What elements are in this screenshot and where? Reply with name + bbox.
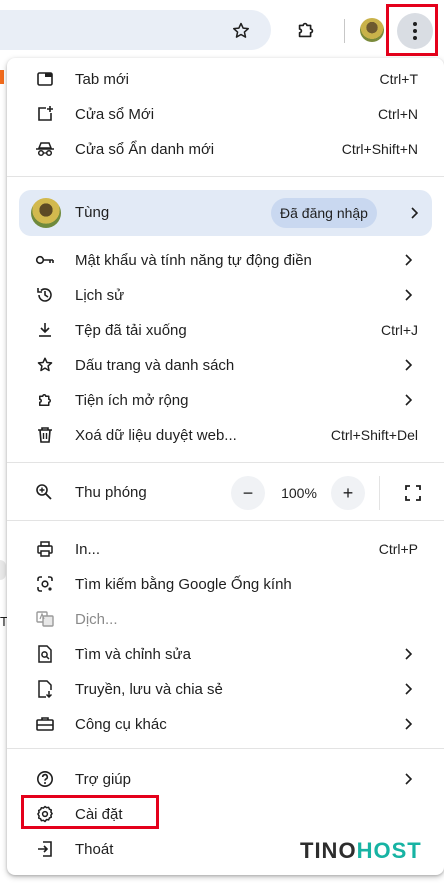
- highlight-box-menu: [386, 4, 438, 56]
- fullscreen-button[interactable]: [396, 476, 430, 510]
- shortcut-label: Ctrl+T: [379, 71, 419, 87]
- new-tab-icon: [35, 69, 55, 89]
- profile-name: Tùng: [75, 204, 110, 221]
- menu-item-help[interactable]: Trợ giúp: [7, 762, 444, 796]
- toolbar-separator: [344, 19, 345, 43]
- menu-item-label: Truyền, lưu và chia sẻ: [75, 680, 223, 698]
- menu-item-new-tab[interactable]: Tab mới Ctrl+T: [7, 62, 444, 96]
- background-tab-edge: [0, 70, 4, 84]
- logo-text-host: HOST: [356, 838, 422, 863]
- logo-text-tino: TINO: [300, 838, 357, 863]
- new-window-icon: [35, 104, 55, 124]
- chevron-right-icon: [400, 392, 416, 408]
- star-icon: [35, 355, 55, 375]
- zoom-in-button[interactable]: +: [331, 476, 365, 510]
- zoom-value: 100%: [281, 485, 317, 501]
- shortcut-label: Ctrl+Shift+N: [341, 141, 418, 157]
- menu-item-print[interactable]: In... Ctrl+P: [7, 532, 444, 566]
- exit-icon: [35, 839, 55, 859]
- chevron-right-icon: [400, 681, 416, 697]
- menu-item-label: Tìm và chỉnh sửa: [75, 645, 191, 663]
- background-shape: [0, 560, 6, 580]
- divider: [7, 176, 444, 177]
- menu-item-label: Tab mới: [75, 70, 130, 88]
- divider: [7, 462, 444, 463]
- menu-item-label: Tìm kiếm bằng Google Ống kính: [75, 575, 292, 593]
- profile-row[interactable]: Tùng Đã đăng nhập: [19, 190, 432, 236]
- minus-icon: −: [242, 482, 254, 503]
- menu-item-label: Dịch...: [75, 610, 118, 628]
- menu-item-label: Trợ giúp: [75, 770, 131, 788]
- chevron-right-icon: [400, 357, 416, 373]
- puzzle-icon: [35, 390, 55, 410]
- plus-icon: +: [342, 482, 354, 503]
- star-icon[interactable]: [228, 18, 254, 44]
- menu-item-label: Xoá dữ liệu duyệt web...: [75, 426, 237, 444]
- chevron-right-icon: [400, 716, 416, 732]
- save-page-icon: [35, 679, 55, 699]
- shortcut-label: Ctrl+Shift+Del: [330, 427, 418, 443]
- chevron-right-icon: [400, 771, 416, 787]
- menu-item-passwords[interactable]: Mật khẩu và tính năng tự động điền: [7, 243, 444, 277]
- menu-item-label: Tệp đã tải xuống: [75, 321, 187, 339]
- shortcut-label: Ctrl+N: [377, 106, 418, 122]
- menu-item-google-lens[interactable]: Tìm kiếm bằng Google Ống kính: [7, 567, 444, 601]
- translate-icon: [35, 609, 55, 629]
- toolbox-icon: [35, 714, 55, 734]
- chevron-right-icon: [400, 287, 416, 303]
- trash-icon: [35, 425, 55, 445]
- puzzle-icon[interactable]: [292, 16, 320, 44]
- menu-item-label: Cửa sổ Ẩn danh mới: [75, 140, 215, 158]
- browser-toolbar: [0, 0, 444, 62]
- key-icon: [35, 250, 55, 270]
- menu-item-cast-save-share[interactable]: Truyền, lưu và chia sẻ: [7, 672, 444, 706]
- chevron-right-icon: [400, 252, 416, 268]
- chevron-right-icon: [406, 205, 422, 221]
- menu-item-incognito[interactable]: Cửa sổ Ẩn danh mới Ctrl+Shift+N: [7, 132, 444, 166]
- printer-icon: [35, 539, 55, 559]
- shortcut-label: Ctrl+P: [378, 541, 418, 557]
- find-page-icon: [35, 644, 55, 664]
- menu-item-extensions[interactable]: Tiện ích mở rộng: [7, 383, 444, 417]
- help-icon: [35, 769, 55, 789]
- lens-icon: [35, 574, 55, 594]
- divider: [7, 748, 444, 749]
- chevron-right-icon: [400, 646, 416, 662]
- menu-item-label: Dấu trang và danh sách: [75, 356, 235, 374]
- menu-item-label: Tiện ích mở rộng: [75, 391, 189, 409]
- chrome-menu: Tab mới Ctrl+T Cửa sổ Mới Ctrl+N Cửa sổ …: [7, 58, 444, 875]
- shortcut-label: Ctrl+J: [381, 322, 418, 338]
- incognito-icon: [35, 139, 55, 159]
- fullscreen-icon: [405, 485, 421, 501]
- menu-item-new-window[interactable]: Cửa sổ Mới Ctrl+N: [7, 97, 444, 131]
- zoom-out-button[interactable]: −: [231, 476, 265, 510]
- menu-item-label: In...: [75, 540, 101, 558]
- menu-item-more-tools[interactable]: Công cụ khác: [7, 707, 444, 741]
- menu-item-history[interactable]: Lịch sử: [7, 278, 444, 312]
- avatar: [31, 198, 61, 228]
- tinohost-logo: TINOHOST: [300, 838, 422, 864]
- zoom-label: Thu phóng: [75, 484, 147, 501]
- menu-item-clear-data[interactable]: Xoá dữ liệu duyệt web... Ctrl+Shift+Del: [7, 418, 444, 452]
- zoom-row: Thu phóng − 100% +: [7, 473, 444, 513]
- highlight-box-settings: [21, 795, 159, 829]
- menu-item-bookmarks[interactable]: Dấu trang và danh sách: [7, 348, 444, 382]
- menu-item-label: Công cụ khác: [75, 715, 167, 733]
- menu-item-label: Lịch sử: [75, 286, 125, 304]
- menu-item-label: Thoát: [75, 840, 114, 858]
- signed-in-badge: Đã đăng nhập: [271, 198, 377, 228]
- history-icon: [35, 285, 55, 305]
- menu-item-downloads[interactable]: Tệp đã tải xuống Ctrl+J: [7, 313, 444, 347]
- download-icon: [35, 320, 55, 340]
- menu-item-label: Mật khẩu và tính năng tự động điền: [75, 251, 312, 269]
- zoom-icon: [35, 483, 55, 503]
- divider: [7, 520, 444, 521]
- avatar[interactable]: [360, 18, 384, 42]
- menu-item-translate: Dịch...: [7, 602, 444, 636]
- menu-item-find-edit[interactable]: Tìm và chỉnh sửa: [7, 637, 444, 671]
- menu-item-label: Cửa sổ Mới: [75, 105, 155, 123]
- zoom-separator: [379, 476, 380, 510]
